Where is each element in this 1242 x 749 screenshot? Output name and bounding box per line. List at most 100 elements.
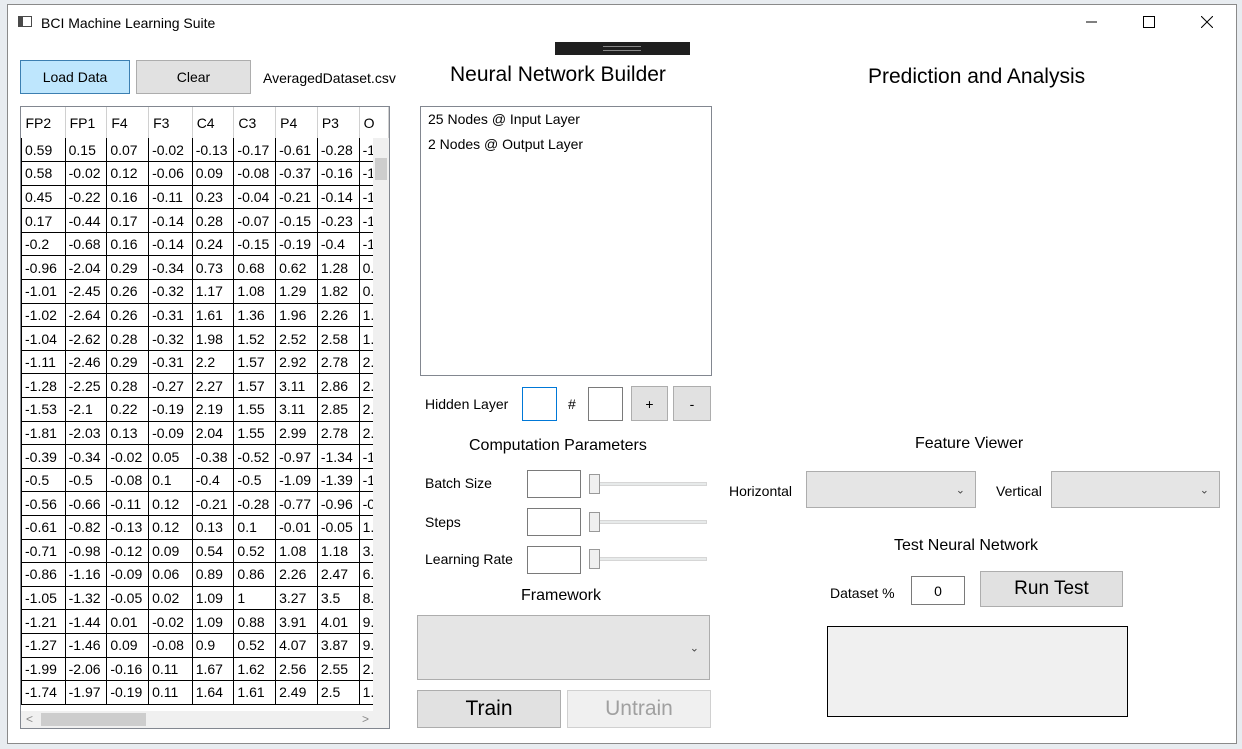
- table-cell[interactable]: 0.17: [21, 208, 66, 233]
- steps-slider[interactable]: [589, 512, 707, 532]
- table-cell[interactable]: 0.11: [148, 657, 193, 682]
- table-row[interactable]: -1.81 -2.03 0.13 -0.09 2.04 1.55 2.99 2.78 2.: [21, 421, 389, 446]
- table-cell[interactable]: -0.2: [21, 232, 66, 257]
- table-cell[interactable]: -2.1: [64, 397, 108, 422]
- table-cell[interactable]: -2.06: [64, 657, 108, 682]
- table-row[interactable]: -1.53 -2.1 0.22 -0.19 2.19 1.55 3.11 2.85 2.: [21, 397, 389, 422]
- table-cell[interactable]: -2.62: [64, 326, 108, 351]
- table-cell[interactable]: -0.86: [21, 562, 66, 587]
- batch-size-slider[interactable]: [589, 474, 707, 494]
- table-cell[interactable]: -0.02: [64, 161, 108, 186]
- table-cell[interactable]: 1.98: [191, 326, 235, 351]
- table-cell[interactable]: -2.25: [64, 373, 108, 399]
- remove-layer-button[interactable]: -: [673, 386, 711, 421]
- column-header[interactable]: P4: [275, 107, 318, 138]
- table-cell[interactable]: 0.28: [106, 326, 150, 351]
- dataset-pct-input[interactable]: 0: [911, 576, 965, 605]
- table-row[interactable]: -1.05 -1.32 -0.05 0.02 1.09 1 3.27 3.5 8.: [21, 586, 389, 611]
- table-cell[interactable]: -0.31: [148, 303, 193, 328]
- table-cell[interactable]: 0.09: [148, 539, 193, 564]
- table-row[interactable]: 0.59 0.15 0.07 -0.02 -0.13 -0.17 -0.61 -0.28 -1: [21, 138, 389, 163]
- table-cell[interactable]: 3.27: [275, 586, 318, 611]
- table-cell[interactable]: -0.82: [64, 515, 108, 540]
- table-cell[interactable]: -0.66: [64, 491, 108, 516]
- table-row[interactable]: -1.21 -1.44 0.01 -0.02 1.09 0.88 3.91 4.01 9.: [21, 609, 389, 634]
- table-cell[interactable]: 0.16: [106, 185, 150, 210]
- table-cell[interactable]: -0.61: [21, 515, 66, 540]
- table-cell[interactable]: -0.77: [275, 491, 318, 516]
- table-cell[interactable]: -0.37: [275, 161, 318, 186]
- table-cell[interactable]: 2.78: [316, 421, 360, 446]
- table-cell[interactable]: -0.34: [64, 444, 108, 469]
- column-header[interactable]: C3: [233, 107, 277, 138]
- table-cell[interactable]: 1.62: [233, 657, 277, 682]
- table-cell[interactable]: 2.27: [191, 373, 235, 399]
- table-cell[interactable]: 1.08: [275, 539, 318, 564]
- table-cell[interactable]: -0.27: [148, 373, 193, 399]
- table-row[interactable]: -0.56 -0.66 -0.11 0.12 -0.21 -0.28 -0.77 -0.96-…: [21, 491, 389, 516]
- steps-slider-thumb[interactable]: [589, 512, 600, 532]
- table-cell[interactable]: -0.71: [21, 539, 66, 564]
- table-cell[interactable]: 2.2: [191, 350, 235, 375]
- table-cell[interactable]: 3.87: [316, 633, 360, 658]
- table-cell[interactable]: 0.28: [191, 208, 235, 233]
- table-cell[interactable]: 1.96: [275, 303, 318, 328]
- table-cell[interactable]: 0.01: [106, 609, 150, 634]
- table-cell[interactable]: -0.13: [106, 515, 150, 540]
- table-cell[interactable]: 1.08: [233, 279, 277, 304]
- table-cell[interactable]: 0.13: [106, 421, 150, 446]
- table-row[interactable]: -1.27 -1.46 0.09 -0.08 0.9 0.52 4.07 3.87 9.: [21, 633, 389, 658]
- table-cell[interactable]: -0.17: [233, 138, 277, 163]
- table-cell[interactable]: 2.78: [316, 350, 360, 375]
- table-cell[interactable]: -0.02: [148, 138, 193, 163]
- table-cell[interactable]: 3.11: [275, 373, 318, 399]
- table-cell[interactable]: 1.36: [233, 303, 277, 328]
- table-cell[interactable]: -1.16: [64, 562, 108, 587]
- table-cell[interactable]: -0.5: [21, 468, 66, 493]
- data-grid[interactable]: FP2 FP1 F4 F3 C4 C3 P4 P3 O 0.59 0.15 0.07 -0.02 -0.…: [20, 106, 390, 729]
- column-header[interactable]: P3: [317, 107, 360, 138]
- table-cell[interactable]: 1.55: [233, 397, 277, 422]
- table-row[interactable]: -0.5 -0.5 -0.08 0.1 -0.4 -0.5 -1.09 -1.39 -1: [21, 468, 389, 493]
- table-cell[interactable]: -0.68: [64, 232, 108, 257]
- table-cell[interactable]: 2.04: [191, 421, 235, 446]
- table-row[interactable]: -1.04 -2.62 0.28 -0.32 1.98 1.52 2.52 2.58 1.: [21, 326, 389, 351]
- table-cell[interactable]: -0.19: [148, 397, 193, 422]
- table-cell[interactable]: 0.13: [191, 515, 235, 540]
- table-cell[interactable]: -1.01: [21, 279, 66, 304]
- table-cell[interactable]: -0.98: [64, 539, 108, 564]
- table-cell[interactable]: -1.04: [21, 326, 66, 351]
- table-cell[interactable]: -0.13: [191, 138, 235, 163]
- column-header[interactable]: FP2: [21, 107, 66, 138]
- table-cell[interactable]: 2.85: [316, 397, 360, 422]
- table-cell[interactable]: -1.99: [21, 657, 66, 682]
- table-cell[interactable]: -0.38: [191, 444, 235, 469]
- table-cell[interactable]: -2.45: [64, 279, 108, 304]
- table-cell[interactable]: 0.15: [64, 138, 108, 163]
- table-row[interactable]: -0.2 -0.68 0.16 -0.14 0.24 -0.15 -0.19 -0.4 -1: [21, 232, 389, 257]
- table-cell[interactable]: 4.07: [275, 633, 318, 658]
- table-cell[interactable]: 2.92: [275, 350, 318, 375]
- table-cell[interactable]: -0.06: [148, 161, 193, 186]
- table-cell[interactable]: -2.04: [64, 255, 108, 281]
- table-cell[interactable]: 0.11: [148, 680, 193, 705]
- table-cell[interactable]: -0.16: [316, 161, 360, 186]
- table-cell[interactable]: 0.52: [233, 633, 277, 658]
- table-cell[interactable]: -1.02: [21, 303, 66, 328]
- scroll-thumb-horizontal[interactable]: [41, 713, 146, 726]
- table-cell[interactable]: -0.32: [148, 279, 193, 304]
- table-cell[interactable]: 1.82: [316, 279, 360, 304]
- table-cell[interactable]: 0.1: [233, 515, 277, 540]
- framework-dropdown[interactable]: ⌄: [417, 615, 710, 680]
- table-cell[interactable]: -0.12: [106, 539, 150, 564]
- table-cell[interactable]: -0.21: [191, 491, 235, 516]
- table-cell[interactable]: 1.09: [191, 586, 235, 611]
- table-cell[interactable]: 0.1: [148, 468, 193, 493]
- table-cell[interactable]: 0.12: [148, 515, 193, 540]
- scroll-left-icon[interactable]: <: [26, 712, 33, 726]
- table-cell[interactable]: 1.18: [316, 539, 360, 564]
- table-cell[interactable]: -0.28: [233, 491, 277, 516]
- table-row[interactable]: 0.45 -0.22 0.16 -0.11 0.23 -0.04 -0.21 -0.14 -1: [21, 185, 389, 210]
- table-cell[interactable]: 0.09: [106, 633, 150, 658]
- column-header[interactable]: C4: [192, 107, 235, 138]
